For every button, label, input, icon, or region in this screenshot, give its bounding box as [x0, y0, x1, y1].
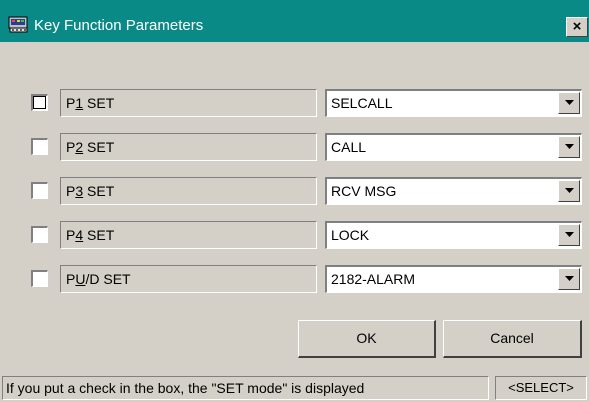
p4-function-value: LOCK — [331, 227, 370, 243]
cancel-button[interactable]: Cancel — [443, 320, 582, 358]
p4-function-select[interactable]: LOCK — [325, 221, 582, 249]
p3-set-label: P3 SET — [60, 177, 317, 205]
p3-function-select[interactable]: RCV MSG — [325, 177, 582, 205]
chevron-down-icon — [565, 232, 574, 237]
param-row-p4: P4 SET LOCK — [0, 219, 589, 249]
p1-function-value: SELCALL — [331, 95, 393, 111]
p2-dropdown-button[interactable] — [558, 136, 580, 158]
title-bar[interactable]: Key Function Parameters × — [0, 0, 589, 42]
p2-function-select[interactable]: CALL — [325, 133, 582, 161]
key-function-parameters-dialog: Key Function Parameters × P1 SET SELCALL… — [0, 0, 589, 402]
p4-mnemonic: 4 — [75, 227, 84, 243]
status-message: If you put a check in the box, the "SET … — [2, 376, 489, 400]
p4-dropdown-button[interactable] — [558, 224, 580, 246]
close-button[interactable]: × — [566, 17, 588, 37]
p1-dropdown-button[interactable] — [558, 92, 580, 114]
p3-set-checkbox[interactable] — [31, 182, 48, 199]
chevron-down-icon — [565, 188, 574, 193]
status-bar: If you put a check in the box, the "SET … — [0, 376, 589, 402]
p1-set-checkbox[interactable] — [31, 94, 48, 111]
ok-button[interactable]: OK — [298, 320, 436, 358]
param-row-p2: P2 SET CALL — [0, 131, 589, 161]
p2-function-value: CALL — [331, 139, 367, 155]
chevron-down-icon — [565, 144, 574, 149]
p1-set-label: P1 SET — [60, 89, 317, 117]
p3-function-value: RCV MSG — [331, 183, 397, 199]
p4-set-checkbox[interactable] — [31, 226, 48, 243]
close-icon: × — [572, 18, 582, 35]
pud-function-value: 2182-ALARM — [331, 271, 416, 287]
p2-set-label: P2 SET — [60, 133, 317, 161]
app-keyboard-icon — [8, 14, 30, 34]
pud-function-select[interactable]: 2182-ALARM — [325, 265, 582, 293]
p3-mnemonic: 3 — [75, 183, 84, 199]
p3-dropdown-button[interactable] — [558, 180, 580, 202]
status-mode-indicator: <SELECT> — [495, 376, 587, 400]
param-row-pud: PU/D SET 2182-ALARM — [0, 263, 589, 293]
window-title: Key Function Parameters — [34, 17, 204, 34]
p1-mnemonic: 1 — [75, 95, 84, 111]
pud-dropdown-button[interactable] — [558, 268, 580, 290]
chevron-down-icon — [565, 100, 574, 105]
p2-mnemonic: 2 — [75, 139, 84, 155]
chevron-down-icon — [565, 276, 574, 281]
param-row-p1: P1 SET SELCALL — [0, 87, 589, 117]
p1-function-select[interactable]: SELCALL — [325, 89, 582, 117]
p4-set-label: P4 SET — [60, 221, 317, 249]
pud-set-checkbox[interactable] — [31, 270, 48, 287]
pud-set-label: PU/D SET — [60, 265, 317, 293]
param-row-p3: P3 SET RCV MSG — [0, 175, 589, 205]
pud-mnemonic: U — [75, 271, 86, 287]
p2-set-checkbox[interactable] — [31, 138, 48, 155]
